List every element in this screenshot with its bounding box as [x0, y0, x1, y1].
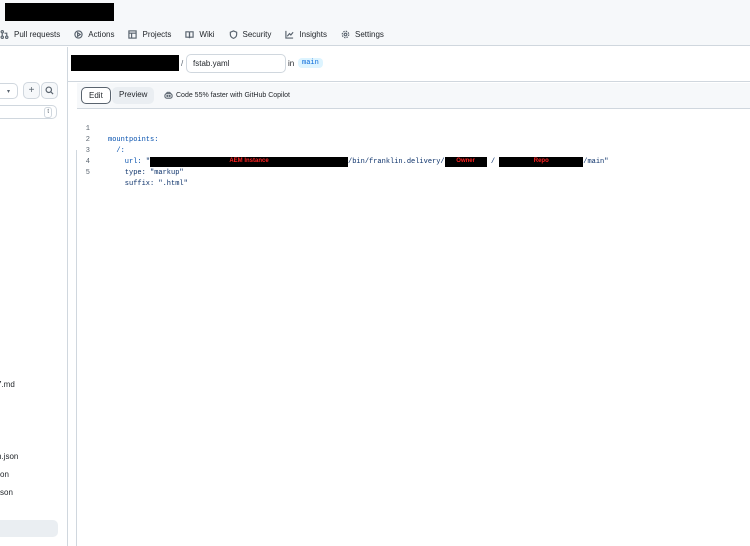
code-line: 5 suffix: ".html"	[77, 157, 750, 188]
file-tree-item-selected[interactable]	[0, 520, 58, 537]
branch-badge: main	[298, 58, 323, 68]
code-line: 4 type: "markup"	[77, 146, 750, 177]
nav-label: Actions	[88, 29, 115, 39]
editor-gutter-divider	[76, 150, 77, 546]
copilot-text: Code 55% faster with GitHub Copilot	[176, 92, 290, 99]
nav-label: Pull requests	[14, 29, 61, 39]
file-tree-sidebar: ▾ + t 7.md n.json on son	[0, 47, 68, 546]
editor-toolbar: Edit Preview Code 55% faster with GitHub…	[77, 83, 750, 109]
nav-pull-requests[interactable]: Pull requests	[0, 30, 60, 39]
search-icon	[45, 86, 54, 95]
code-line: 3 url: " AEM Instance/bin/franklin.delive…	[77, 135, 750, 167]
nav-label: Wiki	[199, 29, 215, 39]
nav-wiki[interactable]: Wiki	[185, 29, 215, 39]
tab-edit[interactable]: Edit	[81, 87, 111, 104]
nav-label: Security	[242, 29, 272, 39]
filename-input[interactable]: fstab.yaml	[186, 54, 286, 73]
path-separator: /	[181, 59, 184, 68]
code-text: suffix: ".html"	[108, 180, 188, 188]
file-path-bar: / fstab.yaml in main	[68, 47, 750, 82]
graph-icon	[285, 30, 294, 39]
tab-preview[interactable]: Preview	[112, 87, 155, 104]
line-number: 5	[85, 169, 90, 177]
redacted-repo-title	[5, 3, 114, 21]
table-icon	[128, 29, 138, 39]
code-editor[interactable]: 1 mountpoints: 2 /: 3 url: " AEM Instance…	[77, 113, 750, 188]
in-label: in	[288, 59, 295, 68]
plus-icon: +	[28, 85, 35, 96]
file-tree-item[interactable]: n.json	[0, 452, 18, 461]
file-tree-item[interactable]: on	[0, 470, 9, 479]
code-line: 1 mountpoints:	[77, 113, 750, 144]
gear-icon	[341, 30, 350, 38]
repo-nav: Pull requests Actions Projects Wiki Secu…	[0, 24, 398, 44]
file-tree-item[interactable]: son	[0, 488, 13, 497]
code-line: 2 /:	[77, 124, 750, 155]
play-icon	[74, 29, 83, 39]
redacted-owner-path	[71, 55, 179, 71]
nav-label: Insights	[299, 29, 327, 39]
pull-request-icon	[0, 29, 9, 39]
nav-insights[interactable]: Insights	[285, 30, 327, 39]
nav-label: Projects	[142, 29, 172, 39]
file-tree-item[interactable]: 7.md	[0, 380, 15, 389]
code-text: type: "markup"	[108, 169, 184, 177]
copilot-icon	[164, 91, 173, 99]
nav-projects[interactable]: Projects	[128, 30, 171, 39]
book-icon	[185, 30, 195, 38]
copilot-promo[interactable]: Code 55% faster with GitHub Copilot	[164, 91, 290, 100]
file-filter-input[interactable]: t	[0, 105, 57, 119]
nav-security[interactable]: Security	[229, 29, 272, 39]
nav-actions[interactable]: Actions	[74, 30, 114, 39]
nav-label: Settings	[354, 29, 384, 39]
shield-icon	[229, 29, 237, 39]
search-button[interactable]	[41, 82, 58, 99]
nav-settings[interactable]: Settings	[341, 30, 384, 39]
repo-header: Pull requests Actions Projects Wiki Secu…	[0, 0, 750, 46]
branch-dropdown[interactable]: ▾	[0, 83, 18, 99]
add-file-button[interactable]: +	[23, 82, 40, 99]
shortcut-key: t	[44, 107, 52, 118]
